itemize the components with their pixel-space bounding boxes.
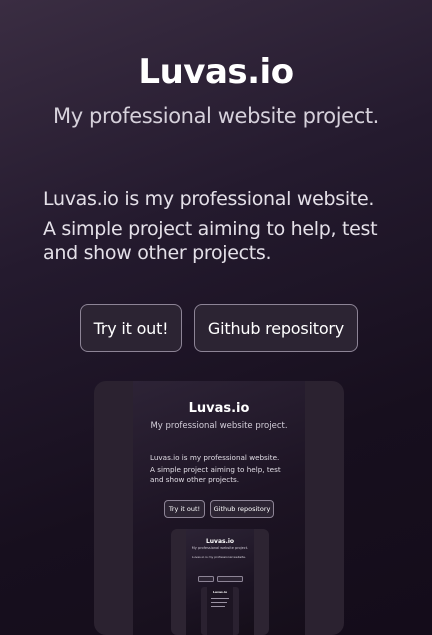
preview-subtitle: My professional website project. xyxy=(150,421,288,431)
github-repository-button[interactable]: Github repository xyxy=(194,304,358,352)
nested-preview-deeper: Luvas.io xyxy=(201,587,239,635)
nested-preview-try-button xyxy=(198,576,214,582)
nested-preview-deeper-line xyxy=(211,606,225,607)
nested-preview-github-button xyxy=(217,576,243,582)
nested-preview-description: Luvas.io is my professional website. xyxy=(192,555,246,559)
preview-try-button: Try it out! xyxy=(164,500,205,518)
nested-preview-subtitle: My professional website project. xyxy=(191,546,249,550)
preview-title: Luvas.io xyxy=(188,401,250,416)
site-preview-image: Luvas.io My professional website project… xyxy=(94,381,344,635)
nested-preview-deeper-title: Luvas.io xyxy=(212,590,228,594)
nested-preview-deeper-line xyxy=(211,598,229,599)
preview-description-line-3: and show other projects. xyxy=(150,475,240,484)
preview-description-line-1: Luvas.io is my professional website. xyxy=(150,453,280,462)
description-line-2: A simple project aiming to help, test xyxy=(43,218,378,240)
nested-preview-deeper-frame: Luvas.io xyxy=(207,587,233,635)
page-title: Luvas.io xyxy=(138,52,294,92)
description-line-1: Luvas.io is my professional website. xyxy=(43,188,375,210)
try-it-out-button[interactable]: Try it out! xyxy=(80,304,182,352)
preview-description-line-2: A simple project aiming to help, test xyxy=(150,465,281,474)
preview-frame: Luvas.io My professional website project… xyxy=(133,381,305,635)
page-subtitle: My professional website project. xyxy=(53,104,379,128)
nested-preview-frame: Luvas.io My professional website project… xyxy=(186,529,254,635)
nested-preview-deeper-line xyxy=(211,602,227,603)
preview-github-button: Github repository xyxy=(210,500,274,518)
nested-preview: Luvas.io My professional website project… xyxy=(171,529,269,635)
description-line-3: and show other projects. xyxy=(43,242,272,264)
nested-preview-title: Luvas.io xyxy=(205,538,235,545)
